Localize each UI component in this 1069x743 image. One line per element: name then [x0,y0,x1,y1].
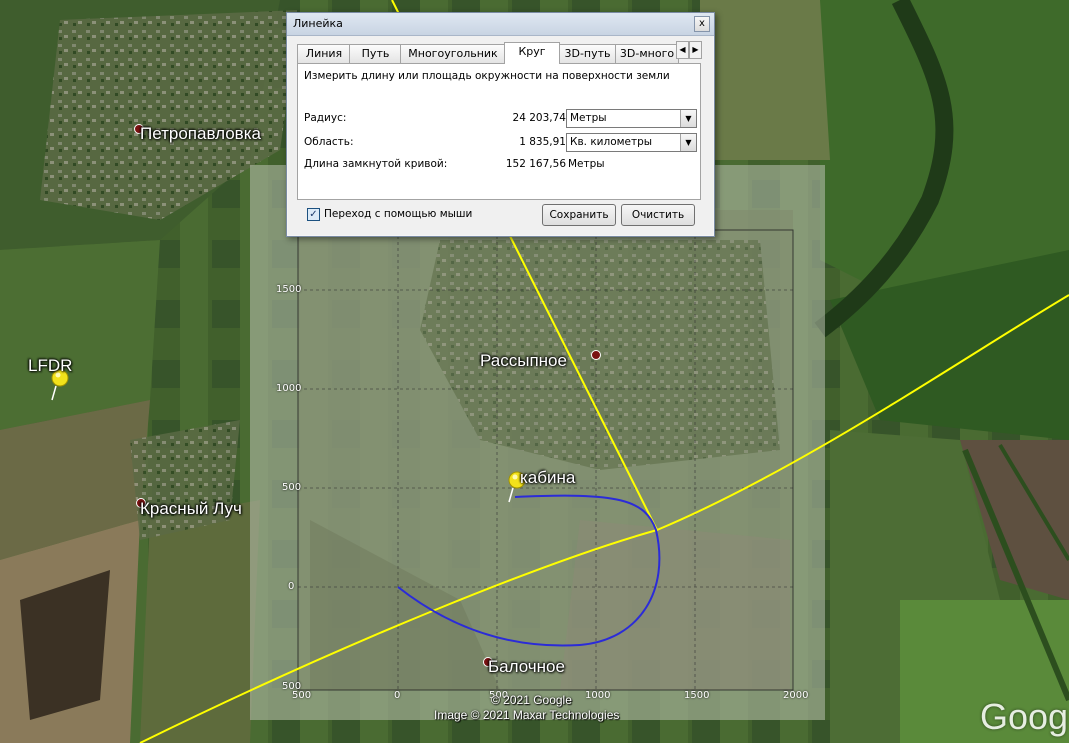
ruler-dialog: Линейка x Линия Путь Многоугольник Круг … [286,12,715,237]
tab-circle[interactable]: Круг [504,42,560,64]
place-label-petropavlovka[interactable]: Петропавловка [140,124,261,144]
radius-unit-value: Метры [570,112,607,124]
x-tick-label: 2000 [783,690,809,701]
radius-value: 24 203,74 [512,112,566,124]
tab-line[interactable]: Линия [297,44,351,63]
tab-description: Измерить длину или площадь окружности на… [304,70,670,82]
save-button[interactable]: Сохранить [542,204,616,226]
chevron-down-icon[interactable]: ▼ [680,110,696,127]
tab-scroll-left-icon[interactable]: ◀ [676,41,689,59]
place-label-balochnoe[interactable]: Балочное [488,657,565,677]
copyright-google: © 2021 Google [491,693,572,707]
area-value: 1 835,91 [519,136,566,148]
perimeter-value: 152 167,56 [505,158,566,170]
dialog-titlebar[interactable]: Линейка x [287,13,714,36]
tab-panel-circle: Измерить длину или площадь окружности на… [297,63,701,200]
tab-3d-polygon[interactable]: 3D-много [615,44,679,63]
tab-scroll-right-icon[interactable]: ▶ [689,41,702,59]
pin-label-kabina[interactable]: кабина [520,468,575,488]
close-button[interactable]: x [694,16,710,32]
mouse-nav-label[interactable]: Переход с помощью мыши [324,208,472,220]
area-label: Область: [304,136,354,148]
place-marker[interactable] [591,350,601,360]
tab-3d-path[interactable]: 3D-путь [558,44,617,63]
chevron-down-icon[interactable]: ▼ [680,134,696,151]
pin-label-lfdr[interactable]: LFDR [28,356,72,376]
y-tick-label: 0 [288,581,295,592]
copyright-imagery: Image © 2021 Maxar Technologies [434,708,620,722]
google-watermark: Goog [980,696,1069,737]
x-tick-label: 500 [292,690,312,701]
perimeter-unit: Метры [568,158,605,170]
y-tick-label: 500 [282,482,302,493]
y-tick-label: 1000 [276,383,302,394]
x-tick-label: 1000 [585,690,611,701]
area-unit-value: Кв. километры [570,136,653,148]
mouse-nav-checkbox[interactable]: ✓ [307,208,320,221]
radius-unit-select[interactable]: Метры ▼ [566,109,697,128]
place-label-rassypnoe[interactable]: Рассыпное [480,351,567,371]
clear-button[interactable]: Очистить [621,204,695,226]
y-tick-label: 1500 [276,284,302,295]
radius-label: Радиус: [304,112,347,124]
tab-path[interactable]: Путь [349,44,402,63]
x-tick-label: 0 [394,690,401,701]
place-label-krasny-luch[interactable]: Красный Луч [140,499,242,519]
perimeter-label: Длина замкнутой кривой: [304,158,448,170]
dialog-title: Линейка [293,17,343,30]
x-tick-label: 1500 [684,690,710,701]
tab-polygon[interactable]: Многоугольник [400,44,506,63]
area-unit-select[interactable]: Кв. километры ▼ [566,133,697,152]
